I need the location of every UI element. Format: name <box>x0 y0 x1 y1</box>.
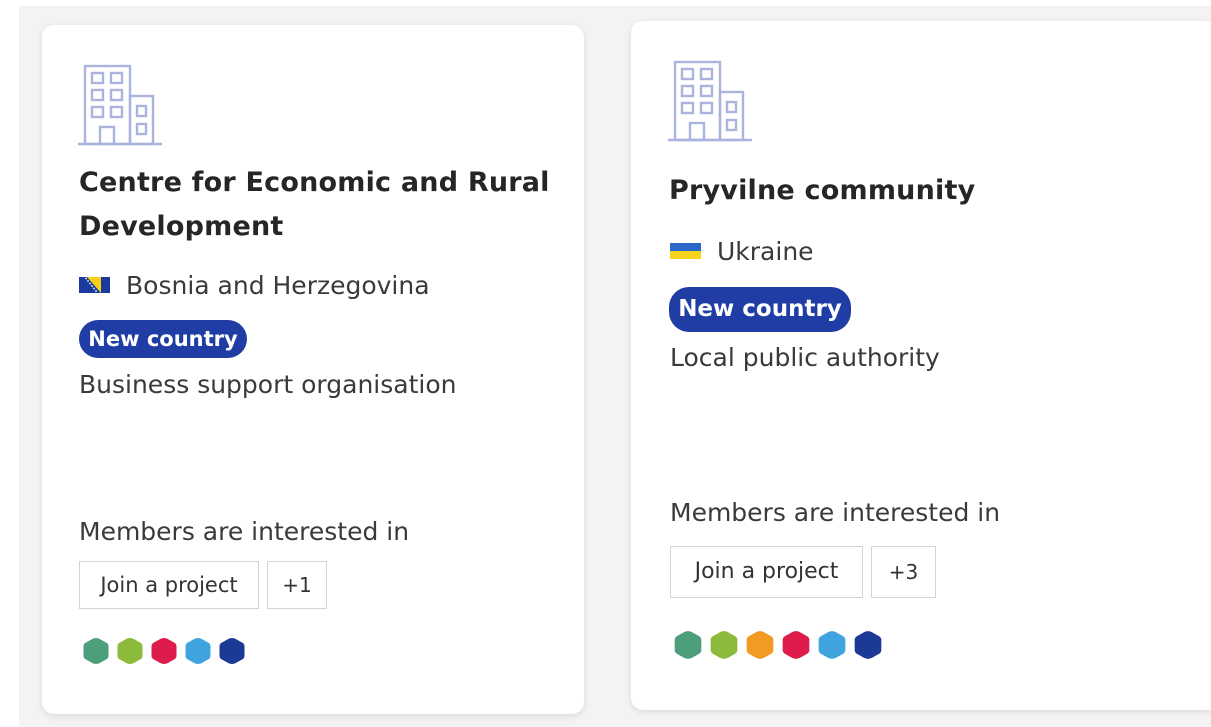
building-icon <box>668 60 752 142</box>
organisation-type: Business support organisation <box>79 370 457 399</box>
bosnia-herzegovina-flag-icon <box>79 277 110 293</box>
interest-tag-join-project[interactable]: Join a project <box>79 561 259 609</box>
sdg-icons <box>673 629 889 661</box>
sdg-hexagon-icon <box>83 638 109 664</box>
new-country-badge: New country <box>669 287 851 332</box>
country-name: Bosnia and Herzegovina <box>126 270 430 300</box>
country-row: Bosnia and Herzegovina <box>79 267 430 303</box>
organisation-title[interactable]: Centre for Economic and Rural Developmen… <box>79 161 559 249</box>
country-row: Ukraine <box>670 233 814 269</box>
sdg-hexagon-icon <box>818 631 846 659</box>
sdg-hexagon-icon <box>710 631 738 659</box>
sdg-hexagon-icon <box>782 631 810 659</box>
building-icon <box>78 64 162 146</box>
organisation-card[interactable]: Pryvilne community Ukraine New country L… <box>631 21 1211 710</box>
organisation-title[interactable]: Pryvilne community <box>669 169 1189 213</box>
sdg-hexagon-icon <box>854 631 882 659</box>
sdg-hexagon-icon <box>151 638 177 664</box>
sdg-hexagon-icon <box>185 638 211 664</box>
sdg-hexagon-icon <box>117 638 143 664</box>
sdg-hexagon-icon <box>746 631 774 659</box>
organisation-card[interactable]: Centre for Economic and Rural Developmen… <box>42 25 584 714</box>
ukraine-flag-icon <box>670 243 701 259</box>
sdg-hexagon-icon <box>674 631 702 659</box>
organisation-type: Local public authority <box>670 343 940 372</box>
interests-label: Members are interested in <box>79 517 410 546</box>
more-interests-tag[interactable]: +3 <box>871 546 936 598</box>
new-country-badge: New country <box>79 320 247 358</box>
interests-label: Members are interested in <box>670 498 1001 527</box>
sdg-hexagon-icon <box>219 638 245 664</box>
interest-tag-join-project[interactable]: Join a project <box>670 546 863 598</box>
sdg-icons <box>82 636 252 666</box>
more-interests-tag[interactable]: +1 <box>267 561 327 609</box>
country-name: Ukraine <box>717 236 814 266</box>
